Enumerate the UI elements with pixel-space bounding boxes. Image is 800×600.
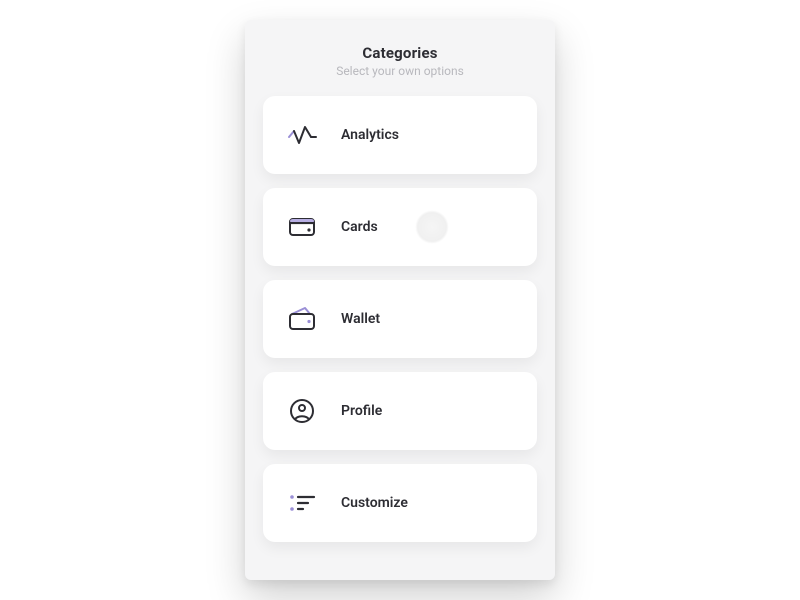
profile-icon — [285, 394, 319, 428]
category-item-analytics[interactable]: Analytics — [263, 96, 537, 174]
category-label: Cards — [341, 219, 378, 235]
category-item-profile[interactable]: Profile — [263, 372, 537, 450]
customize-icon — [285, 486, 319, 520]
category-label: Wallet — [341, 311, 380, 327]
cards-icon — [285, 210, 319, 244]
header: Categories Select your own options — [263, 44, 537, 78]
analytics-icon — [285, 118, 319, 152]
category-item-wallet[interactable]: Wallet — [263, 280, 537, 358]
category-item-customize[interactable]: Customize — [263, 464, 537, 542]
category-label: Analytics — [341, 127, 399, 143]
category-list: Analytics Cards — [263, 96, 537, 542]
page-title: Categories — [263, 44, 537, 62]
category-label: Customize — [341, 495, 408, 511]
category-item-cards[interactable]: Cards — [263, 188, 537, 266]
page-subtitle: Select your own options — [263, 64, 537, 78]
touch-indicator — [415, 210, 449, 244]
categories-screen: Categories Select your own options Analy… — [245, 20, 555, 580]
wallet-icon — [285, 302, 319, 336]
category-label: Profile — [341, 403, 382, 419]
